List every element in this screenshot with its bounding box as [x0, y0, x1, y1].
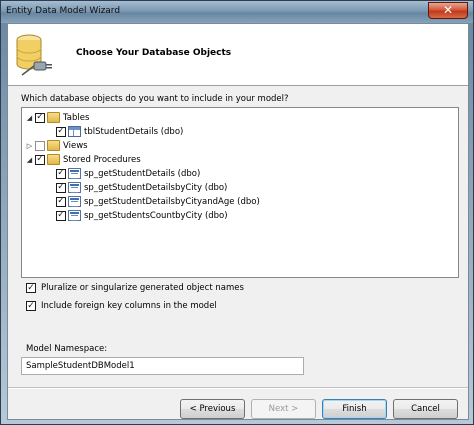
tree-node-label: tblStudentDetails (dbo) [84, 126, 184, 137]
tree-node-procedure[interactable]: ✓ sp_getStudentDetails (dbo) [56, 167, 200, 180]
model-namespace-label: Model Namespace: [26, 344, 108, 354]
foreign-keys-option[interactable]: ✓ Include foreign key columns in the mod… [26, 301, 217, 311]
wizard-body: Choose Your Database Objects Which datab… [7, 23, 469, 420]
tree-node-label: sp_getStudentDetailsbyCityandAge (dbo) [84, 196, 260, 207]
tables-folder-icon [47, 112, 60, 123]
title-bar[interactable]: Entity Data Model Wizard ✕ [1, 1, 473, 23]
tree-node-label: Stored Procedures [63, 154, 141, 165]
finish-button[interactable]: Finish [322, 399, 387, 419]
close-button[interactable]: ✕ [428, 2, 468, 19]
previous-button[interactable]: < Previous [180, 399, 245, 419]
database-connection-icon [16, 34, 52, 76]
stored-procedures-folder-icon [47, 154, 60, 165]
collapse-icon[interactable]: ◢ [25, 155, 34, 164]
tree-node-label: sp_getStudentDetails (dbo) [84, 168, 201, 179]
pluralize-option[interactable]: ✓ Pluralize or singularize generated obj… [26, 283, 244, 293]
pluralize-label: Pluralize or singularize generated objec… [41, 283, 244, 293]
tree-node-label: Tables [63, 112, 90, 123]
model-namespace-input[interactable]: SampleStudentDBModel1 [21, 357, 304, 375]
collapse-icon[interactable]: ◢ [25, 113, 34, 122]
stored-procedure-icon [68, 196, 81, 207]
next-button[interactable]: Next > [251, 399, 316, 419]
expand-icon[interactable]: ▷ [25, 141, 34, 150]
procedure-checkbox[interactable]: ✓ [56, 168, 66, 179]
views-checkbox[interactable] [35, 140, 45, 151]
tree-node-stored-procedures[interactable]: ◢ ✓ Stored Procedures [25, 153, 141, 166]
tree-node-views[interactable]: ▷ Views [25, 139, 88, 152]
window-title: Entity Data Model Wizard [6, 6, 121, 16]
stored-procedure-icon [68, 182, 81, 193]
tables-checkbox[interactable]: ✓ [35, 112, 45, 123]
foreign-keys-checkbox[interactable]: ✓ [26, 301, 36, 311]
tree-node-procedure[interactable]: ✓ sp_getStudentDetailsbyCity (dbo) [56, 181, 227, 194]
foreign-keys-label: Include foreign key columns in the model [41, 301, 217, 311]
stored-procedures-checkbox[interactable]: ✓ [35, 154, 45, 165]
stored-procedure-icon [68, 168, 81, 179]
procedure-checkbox[interactable]: ✓ [56, 182, 66, 193]
stored-procedure-icon [68, 210, 81, 221]
objects-prompt: Which database objects do you want to in… [21, 94, 289, 104]
wizard-window: Entity Data Model Wizard ✕ Choose Your D… [0, 0, 474, 425]
tree-node-procedure[interactable]: ✓ sp_getStudentDetailsbyCityandAge (dbo) [56, 195, 260, 208]
views-folder-icon [47, 140, 60, 151]
table-checkbox[interactable]: ✓ [56, 126, 66, 137]
tree-node-procedure[interactable]: ✓ sp_getStudentsCountbyCity (dbo) [56, 209, 228, 222]
tree-node-label: Views [63, 140, 88, 151]
close-icon: ✕ [442, 3, 454, 17]
pluralize-checkbox[interactable]: ✓ [26, 283, 36, 293]
table-icon [68, 126, 81, 137]
procedure-checkbox[interactable]: ✓ [56, 210, 66, 221]
divider [8, 387, 468, 389]
procedure-checkbox[interactable]: ✓ [56, 196, 66, 207]
database-objects-tree[interactable]: ◢ ✓ Tables ✓ tblStudentDetails (dbo) ▷ V… [21, 107, 459, 278]
tree-node-label: sp_getStudentDetailsbyCity (dbo) [84, 182, 228, 193]
tree-node-tables[interactable]: ◢ ✓ Tables [25, 111, 89, 124]
tree-node-label: sp_getStudentsCountbyCity (dbo) [84, 210, 228, 221]
cancel-button[interactable]: Cancel [393, 399, 458, 419]
tree-node-table[interactable]: ✓ tblStudentDetails (dbo) [56, 125, 183, 138]
page-title: Choose Your Database Objects [76, 48, 232, 58]
header-banner: Choose Your Database Objects [8, 24, 468, 86]
